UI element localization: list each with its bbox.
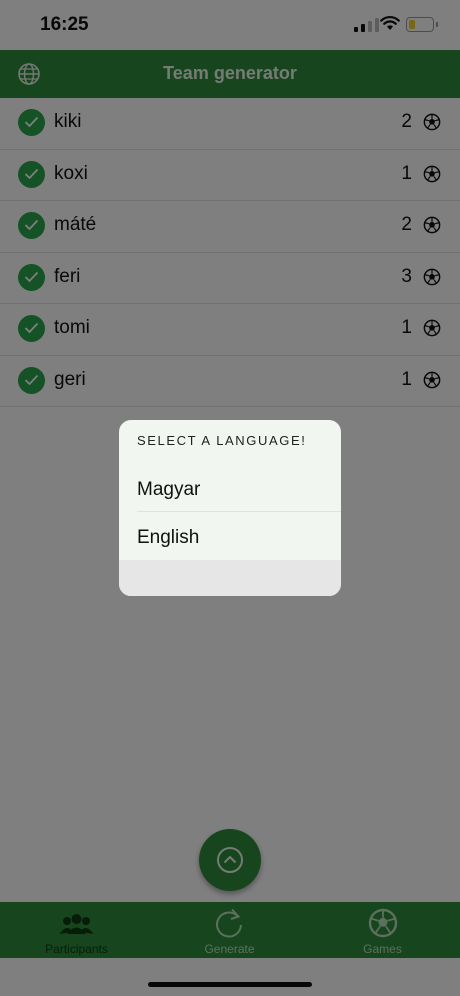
divider [137, 511, 341, 512]
language-option-english[interactable]: English [119, 514, 341, 560]
option-label: Magyar [137, 479, 201, 500]
language-dialog: SELECT A LANGUAGE! Magyar English [119, 420, 341, 596]
dialog-footer [119, 560, 341, 596]
language-option-magyar[interactable]: Magyar [119, 466, 341, 512]
option-label: English [137, 527, 200, 548]
dialog-title: SELECT A LANGUAGE! [137, 433, 307, 448]
